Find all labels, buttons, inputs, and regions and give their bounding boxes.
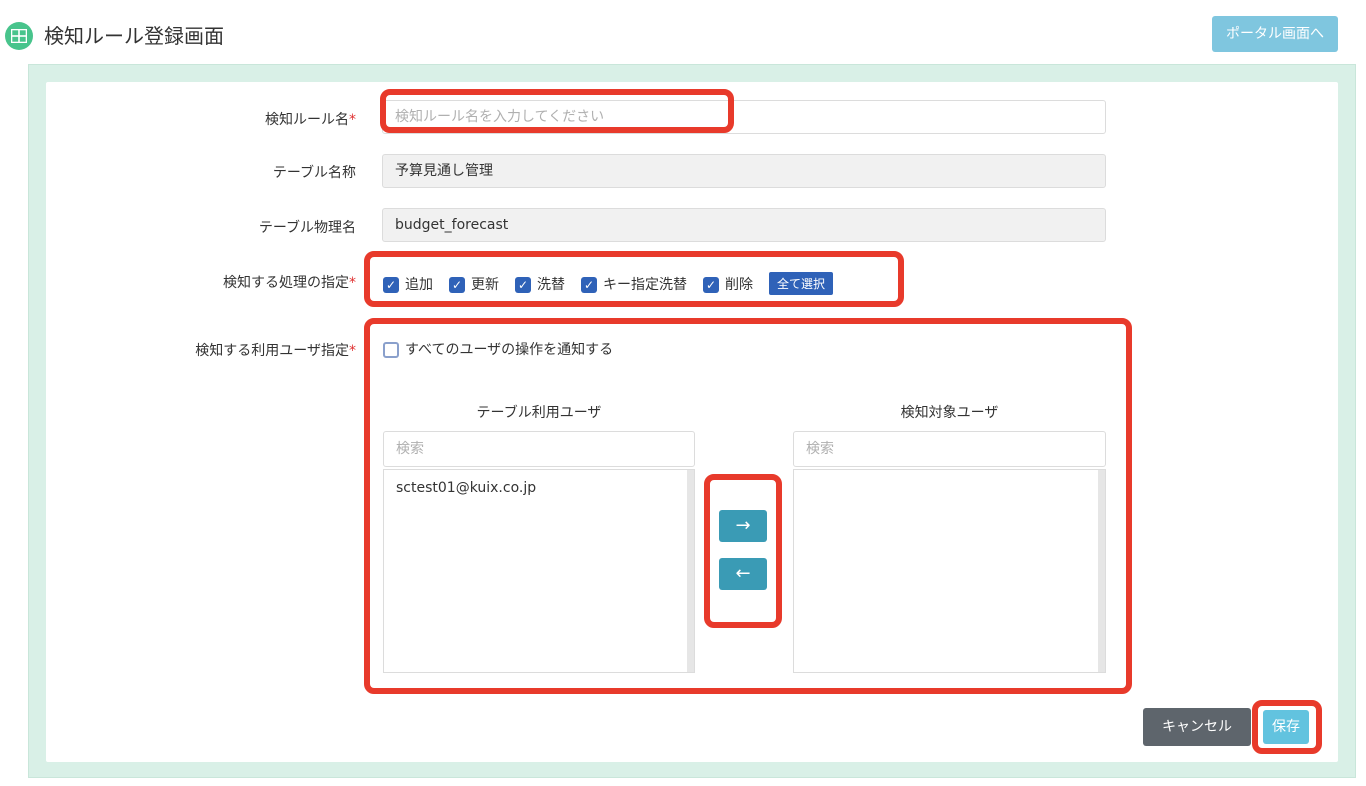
highlight-save <box>1252 700 1322 754</box>
table-grid-icon <box>5 22 33 50</box>
page-title: 検知ルール登録画面 <box>44 24 224 48</box>
table-name-field: 予算見通し管理 <box>382 154 1106 188</box>
highlight-rule-name <box>380 89 734 133</box>
table-physical-field: budget_forecast <box>382 208 1106 242</box>
table-physical-label: テーブル物理名 <box>258 220 356 236</box>
table-name-label: テーブル名称 <box>272 165 356 181</box>
header-bar: 検知ルール登録画面 ポータル画面へ <box>0 0 1366 64</box>
highlight-operations <box>364 251 904 307</box>
users-label: 検知する利用ユーザ指定* <box>195 343 356 359</box>
cancel-button[interactable]: キャンセル <box>1143 708 1251 746</box>
portal-button[interactable]: ポータル画面へ <box>1212 16 1338 52</box>
operations-label: 検知する処理の指定* <box>223 275 356 291</box>
highlight-arrows <box>704 474 782 628</box>
rule-name-label: 検知ルール名* <box>265 112 356 128</box>
